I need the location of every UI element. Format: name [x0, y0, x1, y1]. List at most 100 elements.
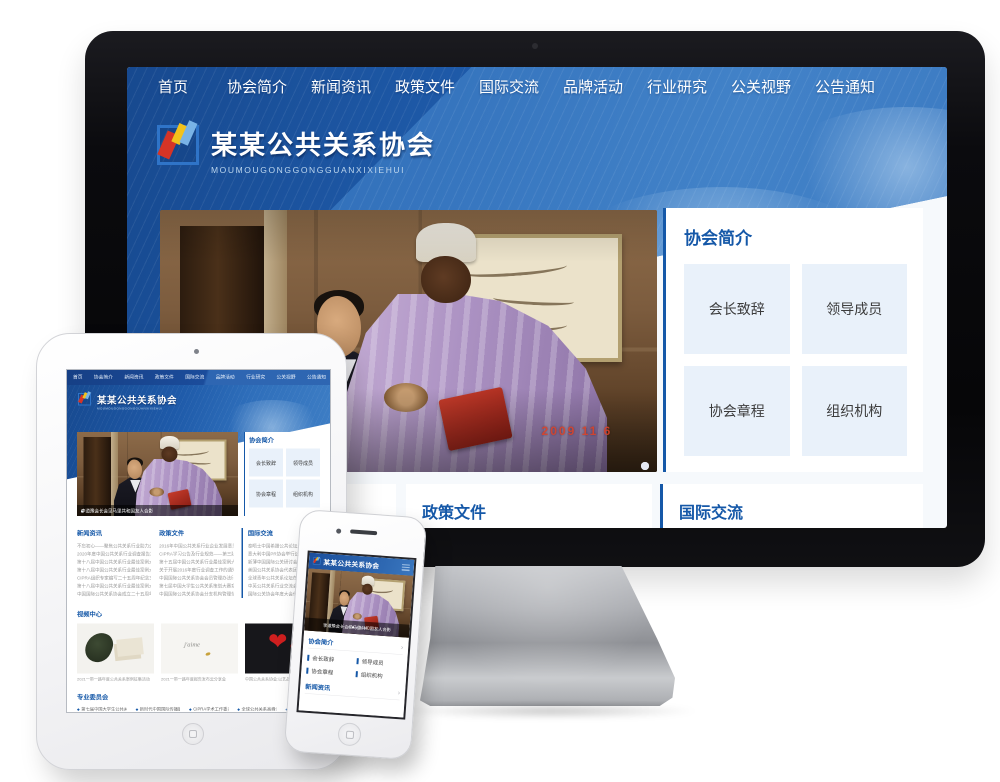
intl-heading: 国际交流 [679, 499, 907, 523]
nav-item-notice[interactable]: 公告通知 [307, 370, 326, 385]
site-logo[interactable]: 某某公共关系协会 MOUMOUGONGGONGGUANXIXIEHUI [157, 125, 435, 175]
policy-item[interactable]: 2016年中国公共关系行业企业发展意见出台 [159, 542, 233, 550]
committee-item[interactable]: ◆新时代中国国际传播能力建设研讨会 [136, 706, 180, 712]
nav-item-research[interactable]: 行业研究 [635, 76, 719, 100]
policy-item[interactable]: 中国国际公共关系协会会员管理办法印发 [159, 574, 233, 582]
committee-item[interactable]: ◆第七届中国大学生公共关系策划创意大赛 [77, 706, 127, 712]
committee-row: ◆第七届中国大学生公共关系策划创意大赛 ◆新时代中国国际传播能力建设研讨会 ◆C… [77, 706, 322, 712]
monitor-shadow [402, 703, 700, 719]
about-link-org[interactable]: 组织机构 [286, 480, 320, 508]
hamburger-bar [402, 564, 410, 566]
nav-item-brand[interactable]: 品牌活动 [551, 76, 635, 100]
slider-dot[interactable] [360, 627, 362, 629]
slider-dot[interactable] [641, 462, 649, 470]
video-thumb-1[interactable]: 2021一带一路年度公共关系案例征集活动 [77, 624, 154, 683]
phone-body: 协会简介 › 会长致辞 领导成员 协会章程 组织机构 新闻资讯 › [300, 635, 409, 700]
committee-item[interactable]: ◆CIPRA学术工作委员会年度会议 [189, 706, 228, 712]
video-thumbnails: 2021一带一路年度公共关系案例征集活动 j'aime 2021一带一路年度报告… [77, 624, 322, 683]
site-title: 某某公共关系协会 [211, 125, 435, 162]
committee-heading: 专业委员会 [77, 692, 322, 702]
about-link-chairman[interactable]: 会长致辞 [307, 652, 353, 666]
nav-item-about[interactable]: 协会简介 [215, 76, 299, 100]
slider-dot[interactable] [364, 627, 366, 629]
tablet-camera-icon [194, 349, 199, 354]
phone-page: 某某公共关系协会 [299, 553, 415, 718]
bullet-icon: ◆ [237, 708, 240, 712]
robe-man-face [162, 447, 178, 462]
phone-speaker-icon [350, 529, 377, 535]
home-button-square-icon [345, 730, 354, 739]
nav-item-brand[interactable]: 品牌活动 [216, 370, 235, 385]
nav-item-notice[interactable]: 公告通知 [803, 76, 887, 100]
news-item[interactable]: 第十八届中国公共关系行业最佳案例大赛颁奖 [77, 558, 151, 566]
slider-caption: 李道豫会长会见马里共和国友人合影 [81, 507, 153, 514]
nav-item-intl[interactable]: 国际交流 [185, 370, 204, 385]
video-thumb-image [77, 624, 154, 674]
nav-item-about[interactable]: 协会简介 [94, 370, 113, 385]
committee-item-label: 全球公共关系高峰论坛在京举行 [241, 707, 276, 712]
committee-item[interactable]: ◆全球公共关系高峰论坛在京举行 [237, 706, 276, 712]
nav-item-home[interactable]: 首页 [73, 370, 83, 385]
video-thumb-2[interactable]: j'aime 2021一带一路年度报告发布云分享会 [161, 624, 238, 683]
slider-dot[interactable] [356, 626, 358, 628]
video-caption: 2021一带一路年度公共关系案例征集活动 [77, 677, 154, 683]
committee-item-label: 第七届中国大学生公共关系策划创意大赛 [81, 707, 126, 712]
slider-dot[interactable] [348, 626, 350, 628]
site-logo[interactable]: 某某公共关系协会 MOUMOUGONGGONGGUANXIXIEHUI [78, 393, 177, 411]
art-stroke [371, 586, 394, 593]
news-item[interactable]: 2020年度中国公共关系行业调查报告发布 [77, 550, 151, 558]
about-link-leaders[interactable]: 领导成员 [286, 449, 320, 477]
policy-item[interactable]: 第七届中国大学生公共关系策划大赛章程 [159, 582, 233, 590]
about-section-row[interactable]: 协会简介 › [308, 636, 404, 655]
thumb-script-text: j'aime [184, 641, 200, 649]
about-link-leaders[interactable]: 领导成员 [356, 656, 402, 670]
committee-item-label: 新时代中国国际传播能力建设研讨会 [140, 707, 180, 712]
nav-item-intl[interactable]: 国际交流 [467, 76, 551, 100]
nav-item-vision[interactable]: 公关视野 [277, 370, 296, 385]
policy-item[interactable]: 中国国际公共关系协会分支机构管理条例 [159, 590, 233, 598]
menu-label: 组织机构 [360, 670, 383, 680]
nav-item-research[interactable]: 行业研究 [246, 370, 265, 385]
committee-section: 专业委员会 ◆第七届中国大学生公共关系策划创意大赛 ◆新时代中国国际传播能力建设… [77, 692, 322, 712]
about-link-chairman[interactable]: 会长致辞 [249, 449, 283, 477]
phone-slider[interactable]: 李道豫会长会见马里共和国友人合影 [304, 569, 413, 638]
nav-item-vision[interactable]: 公关视野 [719, 76, 803, 100]
news-item[interactable]: 中国国际公共关系协会成立二十五周年庆典举行 [77, 590, 151, 598]
hamburger-menu-icon[interactable] [402, 564, 410, 571]
policy-item[interactable]: CIPRA学习公告及行业规范——第三版 [159, 550, 233, 558]
news-item[interactable]: 不忘初心——聚焦公共关系行业助力企业成长 [77, 542, 151, 550]
logo-blue-shape [317, 557, 320, 561]
nav-item-news[interactable]: 新闻资讯 [124, 370, 143, 385]
about-link-org[interactable]: 组织机构 [802, 366, 908, 456]
slider-dot-active[interactable] [352, 626, 354, 628]
policy-item[interactable]: 第十五届中国公共关系行业最佳案例大赛通知 [159, 558, 233, 566]
nav-item-news[interactable]: 新闻资讯 [299, 76, 383, 100]
menu-label: 领导成员 [361, 658, 384, 668]
tablet-nav: 首页 协会简介 新闻资讯 政策文件 国际交流 品牌活动 行业研究 公关视野 公告… [67, 370, 331, 385]
news-item[interactable]: CIPRA组织专家编写二十五周年纪念文集 [77, 574, 151, 582]
nav-item-policy[interactable]: 政策文件 [155, 370, 174, 385]
news-heading: 新闻资讯 [305, 681, 331, 692]
phone-site: 某某公共关系协会 [296, 550, 416, 719]
phone-device: 某某公共关系协会 [284, 509, 428, 760]
logo-icon [78, 393, 91, 406]
about-link-charter[interactable]: 协会章程 [306, 665, 352, 679]
about-link-leaders[interactable]: 领导成员 [802, 264, 908, 354]
hero-slider-photo[interactable]: 李道豫会长会见马里共和国友人合影 [77, 432, 238, 516]
nav-item-home[interactable]: 首页 [131, 76, 215, 100]
news-heading: 新闻资讯 [77, 528, 151, 538]
tablet-home-button [182, 723, 204, 745]
about-link-charter[interactable]: 协会章程 [684, 366, 790, 456]
policy-item[interactable]: 关于开展2016年度行业调查工作的通知 [159, 566, 233, 574]
about-link-chairman[interactable]: 会长致辞 [684, 264, 790, 354]
tablet-header: 某某公共关系协会 MOUMOUGONGGONGGUANXIXIEHUI [67, 385, 331, 426]
logo-icon [313, 557, 321, 565]
nav-item-policy[interactable]: 政策文件 [383, 76, 467, 100]
slider-dot[interactable] [81, 511, 83, 513]
about-link-charter[interactable]: 协会章程 [249, 480, 283, 508]
news-section-row[interactable]: 新闻资讯 › [305, 681, 401, 700]
bullet-icon: ◆ [189, 708, 192, 712]
news-item[interactable]: 第十八届中国公共关系行业最佳案例大赛启动 [77, 566, 151, 574]
news-item[interactable]: 第十八届中国公共关系行业最佳案例大奖揭晓 [77, 582, 151, 590]
about-link-org[interactable]: 组织机构 [355, 669, 401, 683]
